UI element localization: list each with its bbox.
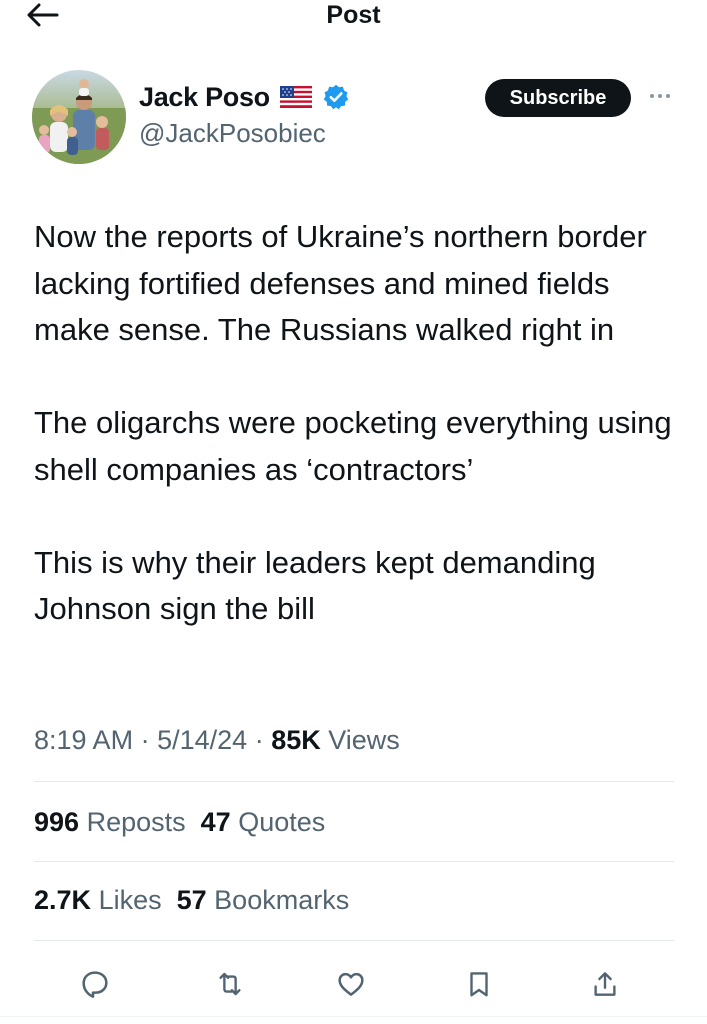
meta-separator: ·	[254, 725, 272, 755]
like-button[interactable]	[329, 962, 373, 1006]
verified-badge-icon[interactable]	[322, 83, 350, 111]
more-options-button[interactable]	[648, 84, 672, 108]
bookmark-icon	[470, 972, 488, 997]
stats-row-reposts: 996 Reposts 47 Quotes	[34, 802, 325, 842]
author-handle[interactable]: @JackPosobiec	[139, 118, 326, 149]
likes-label: Likes	[98, 885, 162, 915]
quotes-count: 47	[200, 807, 231, 837]
bottom-divider	[0, 1016, 707, 1017]
page-title: Post	[326, 1, 381, 29]
bookmarks-label: Bookmarks	[214, 885, 350, 915]
tweet-date[interactable]: 5/14/24	[157, 725, 247, 755]
stats-row-likes: 2.7K Likes 57 Bookmarks	[34, 880, 349, 920]
divider	[34, 781, 674, 782]
meta-separator: ·	[140, 725, 158, 755]
repost-button[interactable]	[208, 962, 252, 1006]
quotes-label: Quotes	[238, 807, 326, 837]
subscribe-button[interactable]: Subscribe	[485, 79, 631, 117]
bookmark-button[interactable]	[457, 962, 501, 1006]
like-icon	[338, 972, 364, 996]
avatar[interactable]	[32, 70, 126, 164]
likes-stat[interactable]: 2.7K Likes	[34, 885, 162, 915]
post-author-header: Jack Poso @JackPosobiec Subscribe	[0, 68, 707, 168]
more-dots-icon	[650, 94, 670, 98]
divider	[34, 940, 674, 941]
tweet-paragraph: This is why their leaders kept demanding…	[34, 544, 596, 627]
reply-button[interactable]	[73, 962, 117, 1006]
tweet-text: Now the reports of Ukraine’s northern bo…	[34, 214, 684, 633]
tweet-time[interactable]: 8:19 AM	[34, 725, 133, 755]
divider	[34, 861, 674, 862]
tweet-meta-row: 8:19 AM · 5/14/24 · 85K Views	[34, 720, 400, 760]
repost-icon	[219, 972, 241, 996]
reply-icon	[82, 971, 108, 998]
reposts-stat[interactable]: 996 Reposts	[34, 807, 186, 837]
quotes-stat[interactable]: 47 Quotes	[201, 807, 326, 837]
bookmarks-count: 57	[176, 885, 207, 915]
share-button[interactable]	[583, 962, 627, 1006]
author-name-row: Jack Poso	[139, 80, 350, 114]
action-bar	[0, 962, 707, 1006]
reposts-label: Reposts	[86, 807, 186, 837]
likes-count: 2.7K	[34, 885, 92, 915]
avatar-photo	[32, 70, 126, 164]
reposts-count: 996	[34, 807, 80, 837]
tweet-paragraph: The oligarchs were pocketing everything …	[34, 405, 672, 487]
views-count: 85K	[271, 725, 329, 755]
top-bar: Post	[0, 0, 707, 40]
bookmarks-stat[interactable]: 57 Bookmarks	[177, 885, 350, 915]
views-label: Views	[328, 725, 400, 755]
us-flag-icon	[279, 86, 312, 108]
share-icon	[594, 972, 616, 996]
author-display-name[interactable]: Jack Poso	[139, 82, 270, 113]
tweet-paragraph: Now the reports of Ukraine’s northern bo…	[34, 219, 647, 347]
